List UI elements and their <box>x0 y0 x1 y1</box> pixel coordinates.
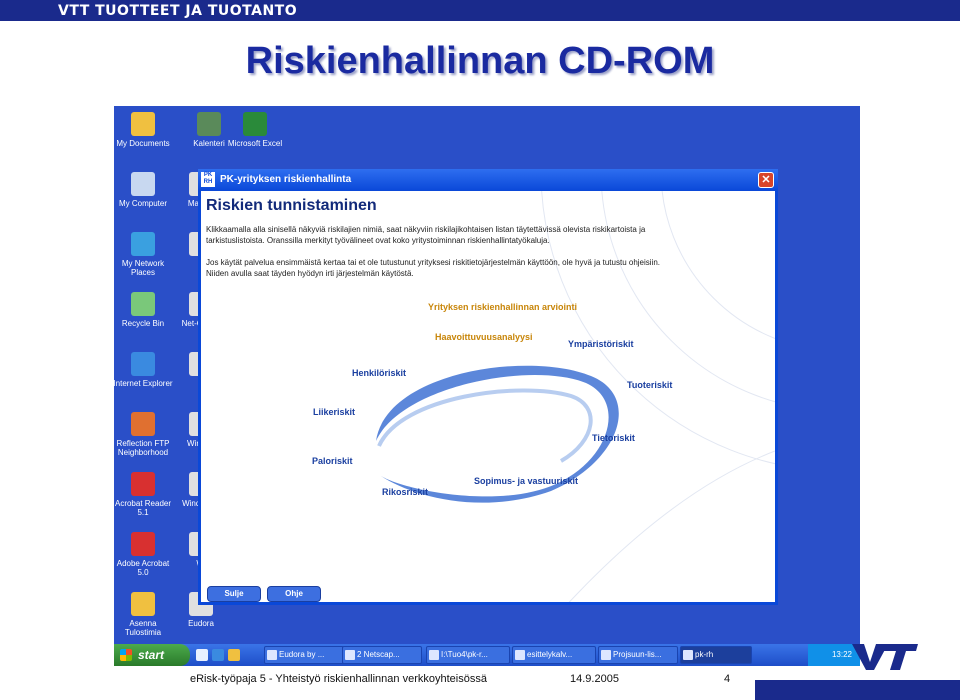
taskbar-item-label: esittelykalv... <box>527 650 573 659</box>
window-body: Riskien tunnistaminen Klikkaamalla alla … <box>201 191 775 602</box>
slide: VTT TUOTTEET JA TUOTANTO Riskienhallinna… <box>0 0 960 700</box>
taskbar: start Eudora by ... 2 Netscap... I:\Tuo4\p… <box>114 644 860 666</box>
desktop-icon[interactable]: My Documents <box>114 112 174 148</box>
desktop-icon-label: Asenna Tulostimia <box>124 619 162 637</box>
window-titlebar[interactable]: PK RH PK-yrityksen riskienhallinta ✕ <box>198 169 778 191</box>
desktop-icon[interactable]: My Network Places <box>114 232 174 277</box>
start-label: start <box>138 648 165 662</box>
link-environment[interactable]: Ympäristöriskit <box>568 339 634 349</box>
desktop-icon-glyph <box>131 472 155 496</box>
link-contract[interactable]: Sopimus- ja vastuuriskit <box>474 476 578 486</box>
taskbar-item-label: I:\Tuo4\pk-r... <box>441 650 488 659</box>
vtt-logo-icon <box>852 644 918 670</box>
desktop-icon[interactable]: Microsoft Excel <box>224 112 286 148</box>
desktop-icon[interactable]: Asenna Tulostimia <box>114 592 174 637</box>
windows-logo-icon <box>120 649 132 661</box>
desktop-icon[interactable]: Reflection FTP Neighborhood <box>114 412 174 457</box>
app-logo-icon: PK RH <box>201 172 215 187</box>
link-business[interactable]: Liikeriskit <box>313 407 355 417</box>
windows-desktop: My Documents Kalenteri Microsoft Excel My C… <box>114 106 860 666</box>
desktop-icon-glyph <box>131 112 155 136</box>
link-crime[interactable]: Rikosriskit <box>382 487 428 497</box>
close-icon[interactable]: ✕ <box>758 172 774 188</box>
taskbar-item-icon <box>601 650 611 660</box>
desktop-icon-label: Recycle Bin <box>121 319 165 328</box>
desktop-icon-glyph <box>131 352 155 376</box>
window-title: PK-yrityksen riskienhallinta <box>220 174 352 185</box>
taskbar-item[interactable]: Eudora by ... <box>264 646 344 664</box>
clock: 13:22 <box>831 650 852 659</box>
desktop-icon[interactable]: Internet Explorer <box>114 352 174 388</box>
link-fire[interactable]: Paloriskit <box>312 456 353 466</box>
desktop-icon-glyph <box>131 592 155 616</box>
taskbar-item-label: Eudora by ... <box>279 650 325 659</box>
taskbar-item-icon <box>267 650 277 660</box>
footer-text: eRisk-työpaja 5 - Yhteistyö riskienhalli… <box>190 673 487 685</box>
taskbar-item[interactable]: I:\Tuo4\pk-r... <box>426 646 510 664</box>
folder-quicklaunch-icon[interactable] <box>228 649 240 661</box>
intro-paragraph: Klikkaamalla alla sinisellä näkyviä risk… <box>206 225 646 245</box>
desktop-icon-glyph <box>131 532 155 556</box>
taskbar-item-label: 2 Netscap... <box>357 650 400 659</box>
desktop-icon-label: My Network Places <box>121 259 165 277</box>
desktop-icon-label: Microsoft Excel <box>227 139 283 148</box>
section-heading: Riskien tunnistaminen <box>206 197 377 214</box>
header-bar: VTT TUOTTEET JA TUOTANTO <box>0 0 960 21</box>
header-brand: VTT TUOTTEET JA TUOTANTO <box>58 3 298 19</box>
desktop-icon-label: Internet Explorer <box>114 379 173 388</box>
desktop-quicklaunch-icon[interactable] <box>196 649 208 661</box>
desktop-icon-glyph <box>131 412 155 436</box>
desktop-icon-label: Reflection FTP Neighborhood <box>116 439 170 457</box>
desktop-icon[interactable]: Acrobat Reader 5.1 <box>114 472 174 517</box>
taskbar-item-icon <box>515 650 525 660</box>
taskbar-item[interactable]: Projsuun-lis... <box>598 646 678 664</box>
link-assessment[interactable]: Yrityksen riskienhallinnan arviointi <box>428 302 577 312</box>
desktop-icon-glyph <box>131 292 155 316</box>
risk-diagram <box>376 191 775 602</box>
footer-date: 14.9.2005 <box>570 673 619 685</box>
close-button[interactable]: Sulje <box>207 586 261 602</box>
link-product[interactable]: Tuoteriskit <box>627 380 672 390</box>
link-vulnerability[interactable]: Haavoittuvuusanalyysi <box>435 332 533 342</box>
link-information[interactable]: Tietoriskit <box>592 433 635 443</box>
desktop-icon-label: Eudora <box>188 619 214 628</box>
footer-accent-bar <box>755 680 960 700</box>
desktop-icon-label: Acrobat Reader 5.1 <box>114 499 172 517</box>
taskbar-item[interactable]: pk-rh <box>680 646 752 664</box>
desktop-icon[interactable]: Adobe Acrobat 5.0 <box>114 532 174 577</box>
page-number: 4 <box>724 673 731 685</box>
desktop-icon-label: My Documents <box>116 139 170 148</box>
taskbar-item-label: pk-rh <box>695 650 714 659</box>
taskbar-item[interactable]: 2 Netscap... <box>342 646 422 664</box>
start-button[interactable]: start <box>114 644 190 666</box>
desktop-icon[interactable]: Recycle Bin <box>114 292 174 328</box>
help-paragraph: Jos käytät palvelua ensimmäistä kertaa t… <box>206 258 660 278</box>
taskbar-item[interactable]: esittelykalv... <box>512 646 596 664</box>
taskbar-item-icon <box>429 650 439 660</box>
taskbar-item-icon <box>345 650 355 660</box>
desktop-icon-label: My Computer <box>118 199 167 208</box>
desktop-icon-label: Adobe Acrobat 5.0 <box>116 559 170 577</box>
help-button[interactable]: Ohje <box>267 586 321 602</box>
desktop-icon-glyph <box>131 172 155 196</box>
taskbar-item-label: Projsuun-lis... <box>613 650 662 659</box>
app-window: PK RH PK-yrityksen riskienhallinta ✕ Ris… <box>198 169 778 605</box>
desktop-icon[interactable]: My Computer <box>114 172 174 208</box>
desktop-icon-glyph <box>243 112 267 136</box>
taskbar-item-icon <box>683 650 693 660</box>
slide-title: Riskienhallinnan CD-ROM <box>245 40 715 82</box>
desktop-icon-glyph <box>197 112 221 136</box>
link-personnel[interactable]: Henkilöriskit <box>352 368 406 378</box>
desktop-icon-glyph <box>131 232 155 256</box>
ie-quicklaunch-icon[interactable] <box>212 649 224 661</box>
